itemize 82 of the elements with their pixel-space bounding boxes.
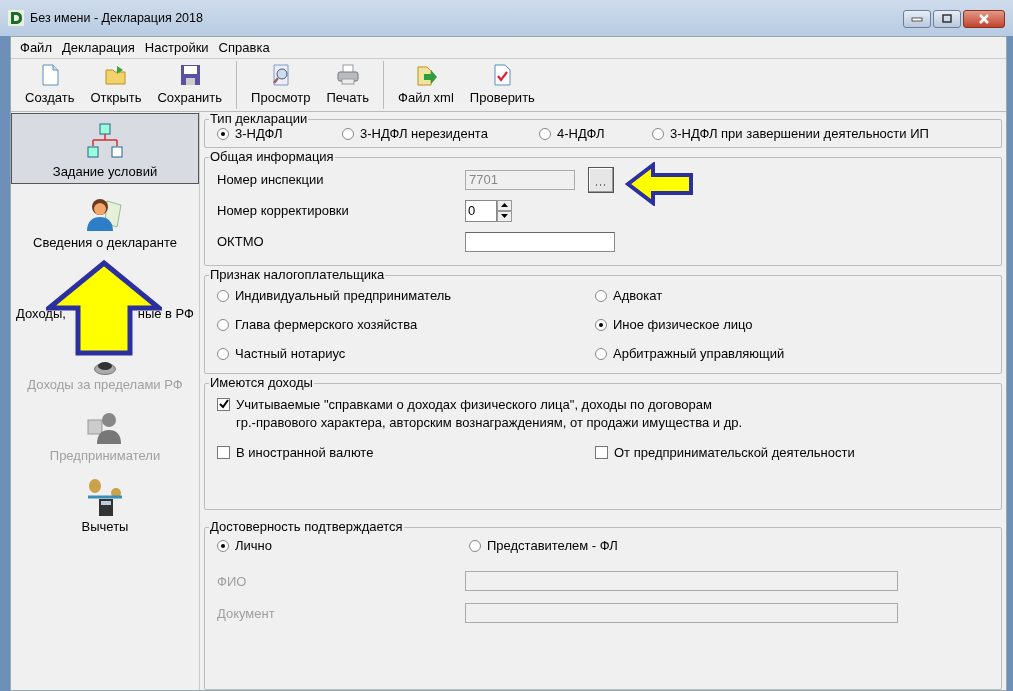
radio-button[interactable] [217,318,229,331]
nav-label: Вычеты [81,519,129,534]
window-title: Без имени - Декларация 2018 [30,11,203,25]
radio-label: Частный нотариус [235,346,346,361]
input-field[interactable] [465,231,615,252]
spinner-field[interactable]: 0 [465,199,497,222]
toolbar-button[interactable]: Создать [17,61,83,109]
nav-label: Доходы за пределами РФ [27,377,183,392]
radio-label: 3-НДФЛ нерезидента [360,126,488,141]
radio-label: Глава фермерского хозяйства [235,317,418,332]
close-icon [977,14,991,24]
group-title: Тип декларации [209,112,309,126]
maximize-button[interactable] [933,10,961,28]
checkbox[interactable] [217,398,230,411]
radio-label: Иное физическое лицо [613,317,753,332]
menu-item[interactable]: Файл [15,40,57,55]
minimize-icon [911,16,923,22]
down-arrow-icon [501,214,508,218]
menu-item[interactable]: Декларация [56,40,140,55]
toolbar-button[interactable]: Просмотр [243,61,319,109]
nav-item[interactable]: Вычеты [11,468,199,539]
radio-button[interactable] [469,539,481,552]
nav-label: Доходы, [16,306,66,321]
app-icon [8,10,24,26]
nav-label: Сведения о декларанте [33,235,177,250]
nav-item[interactable]: Доходы, ные в РФ [11,255,199,326]
menu-item[interactable]: Настройки [139,40,214,55]
radio-button[interactable] [595,318,607,331]
scales-calculator-icon [85,477,125,517]
radio-button[interactable] [595,347,607,360]
group-title: Признак налогоплательщика [209,268,386,282]
toolbar-button[interactable]: Файл xml [390,61,462,109]
radio-button[interactable] [217,289,229,302]
radio-label: Арбитражный управляющий [613,346,785,361]
printer-icon [335,63,360,87]
radio-label: Адвокат [613,288,663,303]
radio-button[interactable] [217,127,229,140]
radio-label: 4-НДФЛ [557,126,605,141]
nav-label: Задание условий [52,164,158,179]
group-title: Достоверность подтверждается [209,520,404,534]
folder-icon [103,63,128,87]
field-label: Документ [217,605,276,621]
spin-up-button[interactable] [497,199,512,211]
nav-item[interactable]: Сведения о декларанте [11,184,199,255]
checkbox[interactable] [595,446,608,459]
radio-label: Индивидуальный предприниматель [235,288,452,303]
field-label: Номер корректировки [217,203,350,218]
radio-button[interactable] [652,127,664,140]
toolbar-button[interactable]: Открыть [82,61,150,109]
radio-button[interactable] [342,127,354,140]
group-title: Имеются доходы [209,376,314,390]
checkbox-label: В иностранной валюте [236,444,374,462]
radio-label: Лично [235,538,272,553]
checkbox-label: Учитываемые "справками о доходах физического лица", доходы по договорам гр.-правового характера, авторским вознаграждениям, от продажи имущества и др. [236,396,743,432]
toolbar-button[interactable]: Сохранить [149,61,231,109]
close-button[interactable] [963,10,1005,28]
minimize-button[interactable] [903,10,931,28]
menu-item[interactable]: Справка [213,40,275,55]
radio-button[interactable] [539,127,551,140]
checkbox[interactable] [217,446,230,459]
field-label: ОКТМО [217,234,265,249]
up-arrow-icon [501,203,508,207]
group-title: Общая информация [209,150,335,164]
checkbox-label: От предпринимательской деятельности [614,444,855,462]
field-label: ФИО [217,573,248,589]
radio-label: 3-НДФЛ [235,126,283,141]
browse-button[interactable] [588,166,614,193]
toolbar-button[interactable]: Печать [318,61,378,109]
nav-label: ные в РФ [137,306,194,321]
spin-down-button[interactable] [497,210,512,222]
coin-stack-icon [94,361,116,375]
nav-item[interactable]: Задание условий [11,113,199,184]
radio-button[interactable] [217,539,229,552]
radio-label: 3-НДФЛ при завершении деятельности ИП [670,126,929,141]
maximize-icon [941,14,953,24]
nav-label: Предприниматели [49,448,161,463]
field-label: Номер инспекции [217,172,325,187]
radio-button[interactable] [595,289,607,302]
toolbar-button[interactable]: Проверить [461,61,543,109]
arrow-annotation [625,162,695,206]
radio-button[interactable] [217,347,229,360]
radio-label: Представителем - ФЛ [487,538,618,553]
